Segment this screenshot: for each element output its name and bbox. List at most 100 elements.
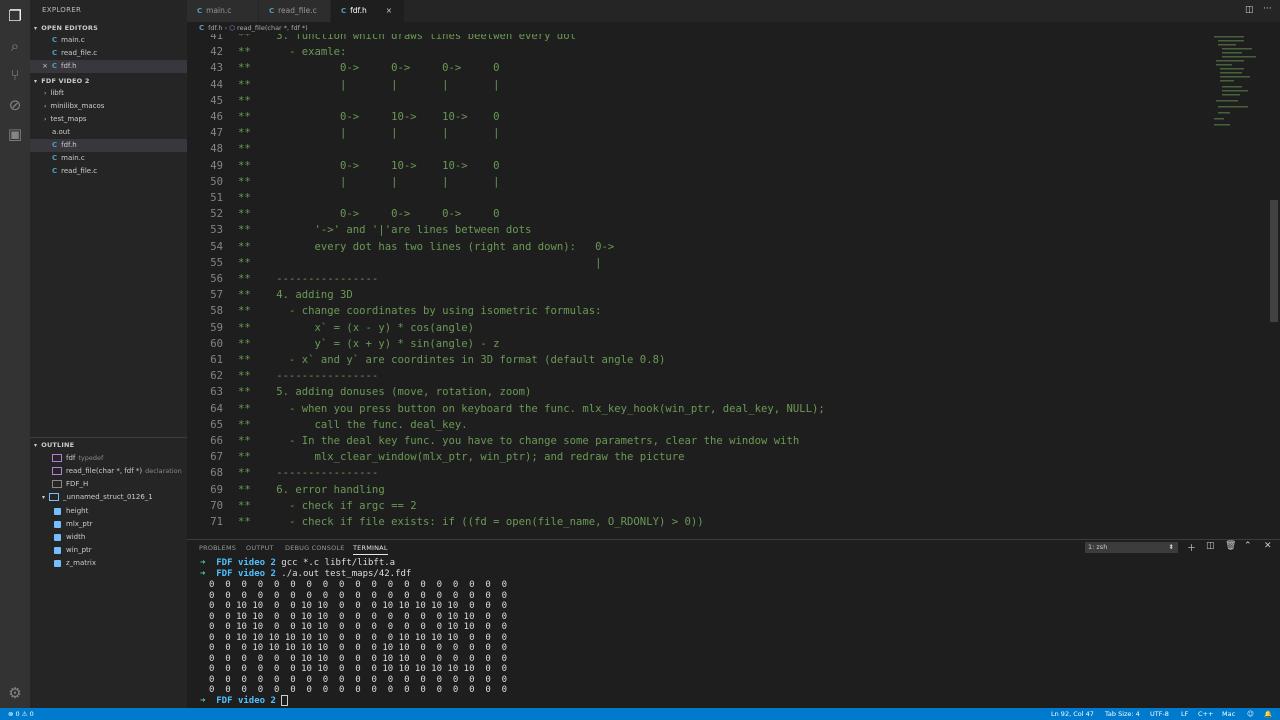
code-line[interactable]: ** - change coordinates by using isometr…: [238, 303, 602, 319]
code-line[interactable]: **: [238, 190, 251, 206]
code-line[interactable]: ** call the func. deal_key.: [238, 417, 468, 433]
outline-item[interactable]: z_matrix: [30, 557, 211, 570]
tab-debug-console[interactable]: DEBUG CONSOLE: [285, 544, 345, 552]
more-actions-icon[interactable]: ···: [1263, 4, 1272, 14]
code-line[interactable]: ** 0-> 10-> 10-> 0: [238, 158, 500, 174]
code-line[interactable]: ** 6. error handling: [238, 482, 385, 498]
code-line[interactable]: ** - examle:: [238, 44, 346, 60]
extensions-icon[interactable]: ▣: [5, 124, 25, 144]
line-number: 60: [210, 337, 223, 350]
terminal-output-row: 0 0 0 10 10 10 10 10 0 0 0 10 10 0 0 0 0…: [209, 643, 508, 653]
code-line[interactable]: ** - when you press button on keyboard t…: [238, 401, 825, 417]
file-item-active[interactable]: Cfdf.h: [30, 139, 209, 152]
outline-item[interactable]: mlx_ptr: [30, 518, 211, 531]
code-line[interactable]: ** ----------------: [238, 465, 378, 481]
code-line[interactable]: ** 0-> 10-> 10-> 0: [238, 109, 500, 125]
file-item[interactable]: Cmain.c: [30, 152, 209, 165]
code-line[interactable]: ** |: [238, 255, 602, 271]
chevron-right-icon: ›: [44, 103, 47, 110]
terminal-select[interactable]: 1: zsh ⬍: [1085, 542, 1178, 553]
code-line[interactable]: ** 3. function which draws lines beetwen…: [238, 34, 576, 44]
code-editor[interactable]: 41 ** 3. function which draws lines beetw…: [187, 34, 1212, 539]
code-line[interactable]: ** 4. adding 3D: [238, 287, 353, 303]
sidebar: EXPLORER ▾ OPEN EDITORS Cmain.c Cread_fil…: [30, 0, 209, 708]
line-number: 46: [210, 111, 223, 123]
folder-item[interactable]: › minilibx_macos: [30, 100, 201, 113]
file-item[interactable]: Cread_file.c: [30, 165, 209, 178]
code-line[interactable]: **: [238, 141, 251, 157]
outline-item[interactable]: ▾ _unnamed_struct_0126_1: [30, 491, 199, 504]
c-file-icon: C: [52, 36, 58, 44]
code-line[interactable]: ** '->' and '|'are lines between dots: [238, 222, 531, 238]
code-line[interactable]: ** - check if argc == 2: [238, 498, 417, 514]
code-line[interactable]: ** - x` and y` are coordintes in 3D form…: [238, 352, 665, 368]
code-line[interactable]: ** - check if file exists: if ((fd = ope…: [238, 514, 704, 530]
problems-status[interactable]: ⊗ 0 ⚠ 0: [8, 708, 34, 720]
close-icon[interactable]: ×: [386, 0, 392, 22]
code-line[interactable]: ** y` = (x + y) * sin(angle) - z: [238, 336, 500, 352]
outline-item[interactable]: fdf typedef: [30, 452, 209, 465]
chevron-up-icon[interactable]: ⌃: [1244, 541, 1252, 551]
code-line[interactable]: ** mlx_clear_window(mlx_ptr, win_ptr); a…: [238, 449, 684, 465]
terminal-output-row: 0 0 10 10 0 0 10 10 0 0 0 0 0 0 0 10 10 …: [209, 622, 508, 632]
code-line[interactable]: ** | | | |: [238, 174, 500, 190]
folder-item[interactable]: › libft: [30, 87, 201, 100]
tab-size[interactable]: Tab Size: 4: [1105, 708, 1140, 720]
breadcrumb-file[interactable]: fdf.h: [208, 24, 222, 32]
field-icon: [54, 546, 61, 554]
explorer-icon[interactable]: ❐: [5, 6, 25, 26]
minimap[interactable]: [1212, 34, 1270, 144]
tab-output[interactable]: OUTPUT: [246, 544, 274, 552]
search-icon[interactable]: ⌕: [5, 36, 25, 56]
tab-problems[interactable]: PROBLEMS: [199, 544, 236, 552]
feedback-icon[interactable]: ☺: [1247, 708, 1254, 720]
language-mode[interactable]: C++: [1198, 708, 1213, 720]
breadcrumb-symbol[interactable]: read_file(char *, fdf *): [237, 24, 308, 32]
open-editor-item[interactable]: Cmain.c: [30, 34, 209, 47]
tab-read-file-c[interactable]: Cread_file.c: [259, 0, 331, 22]
open-editor-item-active[interactable]: × Cfdf.h: [30, 60, 199, 73]
outline-header[interactable]: ▾ OUTLINE: [34, 441, 74, 449]
cursor-position[interactable]: Ln 92, Col 47: [1051, 708, 1094, 720]
outline-item[interactable]: width: [30, 531, 211, 544]
code-line[interactable]: ** ----------------: [238, 368, 378, 384]
platform[interactable]: Mac: [1222, 708, 1235, 720]
end-of-line[interactable]: LF: [1181, 708, 1188, 720]
code-line[interactable]: **: [238, 93, 251, 109]
code-line[interactable]: ** 0-> 0-> 0-> 0: [238, 206, 500, 222]
outline-item[interactable]: win_ptr: [30, 544, 211, 557]
open-editors-header[interactable]: ▾ OPEN EDITORS: [34, 24, 98, 32]
project-header[interactable]: ▾ FDF VIDEO 2: [34, 77, 90, 85]
close-icon[interactable]: ×: [42, 62, 48, 70]
outline-item[interactable]: read_file(char *, fdf *) declaration: [30, 465, 209, 478]
bell-icon[interactable]: 🔔: [1264, 708, 1272, 720]
code-line[interactable]: ** ----------------: [238, 271, 378, 287]
new-terminal-icon[interactable]: ＋: [1187, 541, 1196, 554]
c-file-icon: C: [341, 7, 347, 15]
source-control-icon[interactable]: ⑂: [5, 65, 25, 85]
outline-item[interactable]: FDF_H: [30, 478, 209, 491]
file-item[interactable]: a.out: [30, 126, 209, 139]
trash-icon[interactable]: 🗑: [1225, 541, 1236, 551]
code-line[interactable]: ** every dot has two lines (right and do…: [238, 239, 614, 255]
code-line[interactable]: ** | | | |: [238, 77, 500, 93]
code-line[interactable]: ** 5. adding donuses (move, rotation, zo…: [238, 384, 531, 400]
encoding[interactable]: UTF-8: [1150, 708, 1169, 720]
split-editor-icon[interactable]: ◫: [1245, 5, 1254, 15]
terminal-line[interactable]: ➜ FDF video 2: [200, 695, 289, 706]
tab-fdf-h[interactable]: Cfdf.h ×: [331, 0, 405, 22]
open-editor-item[interactable]: Cread_file.c: [30, 47, 209, 60]
code-line[interactable]: ** x` = (x - y) * cos(angle): [238, 320, 474, 336]
code-line[interactable]: ** - In the deal key func. you have to c…: [238, 433, 799, 449]
editor-scrollbar-thumb[interactable]: [1270, 200, 1278, 322]
folder-item[interactable]: › test_maps: [30, 113, 201, 126]
split-terminal-icon[interactable]: ◫: [1206, 541, 1215, 551]
tab-terminal[interactable]: TERMINAL: [353, 544, 388, 555]
close-panel-icon[interactable]: ✕: [1264, 541, 1272, 551]
debug-icon[interactable]: ⊘: [5, 95, 25, 115]
code-line[interactable]: ** 0-> 0-> 0-> 0: [238, 60, 500, 76]
code-line[interactable]: ** | | | |: [238, 125, 500, 141]
outline-item[interactable]: height: [30, 505, 211, 518]
tab-main-c[interactable]: Cmain.c: [187, 0, 259, 22]
gear-icon[interactable]: ⚙: [5, 683, 25, 703]
